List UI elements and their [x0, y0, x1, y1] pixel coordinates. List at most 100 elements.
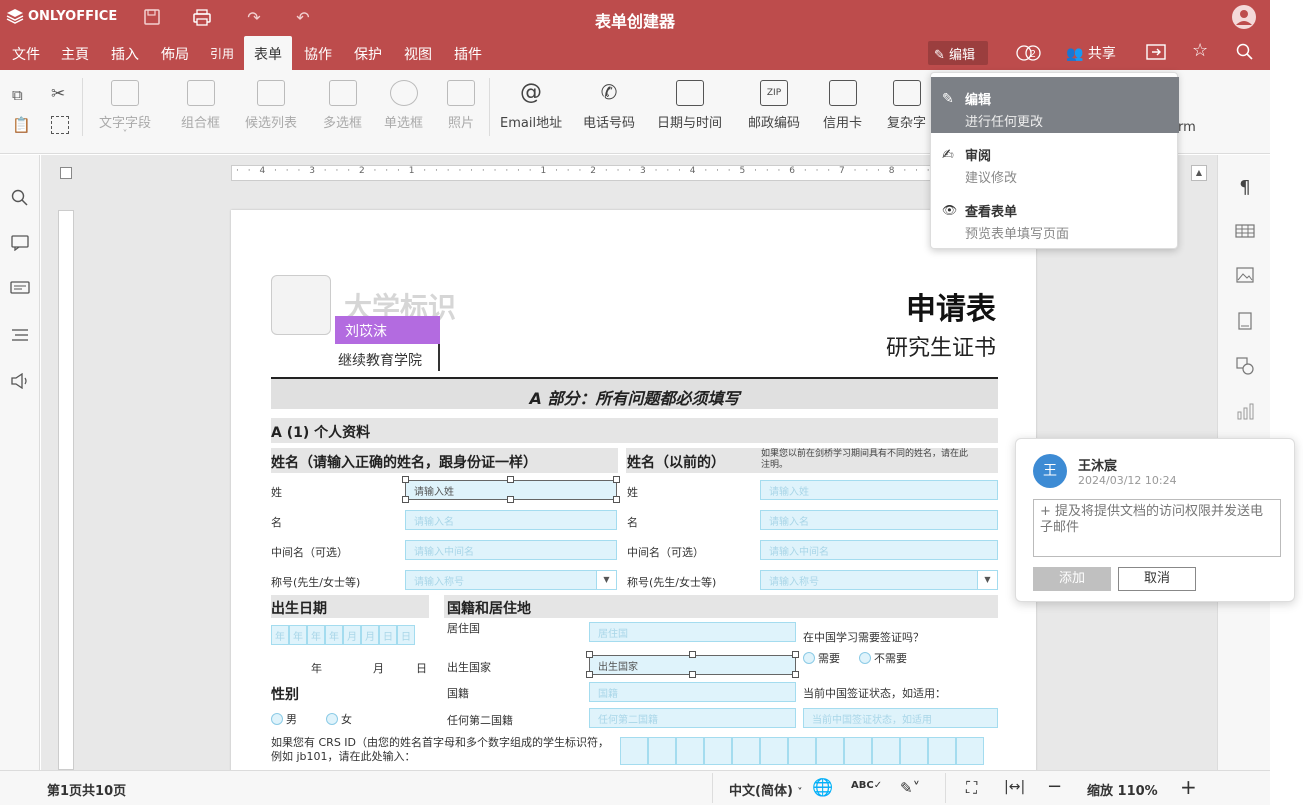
crs-cell[interactable] [760, 737, 788, 765]
header-footer-icon[interactable] [1235, 312, 1255, 332]
tab-stop-selector[interactable] [60, 167, 72, 179]
former-title-combo[interactable]: 请输入称号 ▼ [760, 570, 998, 590]
spellcheck-icon[interactable]: ABC✓ [851, 780, 882, 791]
menu-protection[interactable]: 保护 [354, 44, 382, 64]
crs-cell[interactable] [648, 737, 676, 765]
resize-handle[interactable] [792, 671, 799, 678]
tool-credit-card[interactable]: 信用卡 [823, 80, 862, 131]
tool-phone[interactable]: ✆ 电话号码 [583, 80, 635, 131]
dob-cell[interactable]: 年 [289, 625, 307, 645]
document-page[interactable]: 大学标识 刘苡沫 继续教育学院 申请表 研究生证书 A 部分：所有问题都必须填写… [231, 210, 1036, 770]
crs-cell[interactable] [620, 737, 648, 765]
resize-handle[interactable] [586, 651, 593, 658]
visa-yes-option[interactable]: 需要 [803, 650, 840, 666]
image-settings-icon[interactable] [1235, 267, 1255, 287]
tool-form-partial[interactable]: rm [1178, 120, 1196, 135]
dob-cell[interactable]: 月 [361, 625, 379, 645]
dob-cell[interactable]: 日 [379, 625, 397, 645]
user-avatar[interactable] [1232, 5, 1256, 29]
copy-icon[interactable]: ⧉ [12, 86, 23, 104]
dob-cell[interactable]: 年 [307, 625, 325, 645]
tool-email[interactable]: @ Email地址 [500, 80, 562, 131]
residence-field[interactable]: 居住国 [589, 622, 796, 642]
tool-radio-button[interactable]: 单选框 [384, 80, 423, 131]
tool-datetime[interactable]: 日期与时间 [657, 80, 722, 131]
menu-insert[interactable]: 插入 [111, 44, 139, 64]
edit-mode-button[interactable]: ✎ 编辑 [928, 41, 988, 65]
comments-icon[interactable] [10, 235, 30, 253]
menu-references[interactable]: 引用 [210, 45, 234, 62]
horizontal-ruler[interactable]: · · 4 · · · 3 · · · 2 · · · 1 · · · · · … [231, 165, 1031, 181]
menu-layout[interactable]: 佈局 [161, 44, 189, 64]
crs-cell[interactable] [928, 737, 956, 765]
menu-file[interactable]: 文件 [12, 44, 40, 64]
tool-text-field[interactable]: 文字字段 ˅ [99, 80, 151, 140]
former-given-name-field[interactable]: 请输入名 [760, 510, 998, 530]
track-changes-icon[interactable]: ✎˅ [900, 779, 920, 797]
resize-handle[interactable] [689, 651, 696, 658]
open-location-icon[interactable] [1146, 43, 1166, 65]
scroll-up-button[interactable]: ▲ [1191, 165, 1207, 181]
former-surname-field[interactable]: 请输入姓 [760, 480, 998, 500]
page-info[interactable]: 第1页共10页 [47, 780, 126, 799]
search-icon[interactable] [10, 189, 30, 207]
chart-settings-icon[interactable] [1235, 402, 1255, 422]
resize-handle[interactable] [402, 476, 409, 483]
crs-cell[interactable] [676, 737, 704, 765]
resize-handle[interactable] [689, 671, 696, 678]
share-button[interactable]: 👥 共享 [1066, 43, 1116, 63]
resize-handle[interactable] [613, 476, 620, 483]
crs-cell[interactable] [872, 737, 900, 765]
crs-cell[interactable] [816, 737, 844, 765]
crs-cell[interactable] [732, 737, 760, 765]
second-nationality-field[interactable]: 任何第二国籍 [589, 708, 796, 728]
comment-add-button[interactable]: 添加 [1033, 567, 1111, 591]
crs-cell[interactable] [788, 737, 816, 765]
select-all-icon[interactable] [51, 116, 69, 134]
dob-cell[interactable]: 日 [397, 625, 415, 645]
crs-cell[interactable] [844, 737, 872, 765]
given-name-field[interactable]: 请输入名 [405, 510, 617, 530]
favorite-star-icon[interactable]: ☆ [1192, 40, 1208, 61]
tool-combo-box[interactable]: 组合框 [181, 80, 220, 131]
logo-placeholder[interactable] [271, 275, 331, 335]
dob-cell[interactable]: 年 [271, 625, 289, 645]
chat-icon[interactable] [10, 281, 30, 299]
fit-width-icon[interactable]: |↔| [1004, 779, 1025, 795]
menu-home[interactable]: 主頁 [61, 44, 89, 64]
comment-textarea[interactable]: + 提及将提供文档的访问权限并发送电子邮件 [1033, 499, 1281, 557]
crs-cell[interactable] [956, 737, 984, 765]
menu-plugins[interactable]: 插件 [454, 44, 482, 64]
menu-forms[interactable]: 表单 [244, 36, 292, 70]
feedback-megaphone-icon[interactable] [10, 372, 30, 391]
paste-icon[interactable]: 📋 [12, 116, 31, 134]
resize-handle[interactable] [507, 476, 514, 483]
paragraph-settings-icon[interactable]: ¶ [1235, 177, 1255, 198]
tool-image[interactable]: 照片 [447, 80, 475, 131]
cut-icon[interactable]: ✂ [51, 84, 65, 104]
zoom-out-button[interactable]: − [1047, 776, 1062, 797]
gender-male-option[interactable]: 男 [271, 711, 297, 727]
table-settings-icon[interactable] [1235, 223, 1255, 243]
visa-no-option[interactable]: 不需要 [859, 650, 907, 666]
language-selector[interactable]: 中文(简体) ˅ [729, 780, 802, 799]
search-icon[interactable] [1236, 43, 1254, 65]
globe-icon[interactable]: 🌐 [812, 778, 833, 798]
former-middle-name-field[interactable]: 请输入中间名 [760, 540, 998, 560]
visa-status-field[interactable]: 当前中国签证状态，如适用 [803, 708, 998, 728]
resize-handle[interactable] [613, 496, 620, 503]
nationality-field[interactable]: 国籍 [589, 682, 796, 702]
dob-cell[interactable]: 月 [343, 625, 361, 645]
mode-option-view-form[interactable]: 👁 查看表单 预览表单填写页面 [931, 189, 1179, 245]
title-combo[interactable]: 请输入称号 ▼ [405, 570, 617, 590]
tool-zip[interactable]: ZIP 邮政编码 [748, 80, 800, 131]
tool-checkbox[interactable]: 多选框 [323, 80, 362, 131]
coauthors-button[interactable]: 2 [1014, 43, 1044, 67]
crs-cell[interactable] [900, 737, 928, 765]
dropdown-arrow-icon[interactable]: ▼ [596, 571, 616, 589]
tool-dropdown-list[interactable]: 候选列表 [245, 80, 297, 131]
middle-name-field[interactable]: 请输入中间名 [405, 540, 617, 560]
zoom-in-button[interactable]: + [1180, 775, 1197, 799]
comment-cancel-button[interactable]: 取消 [1118, 567, 1196, 591]
menu-collaboration[interactable]: 協作 [304, 44, 332, 64]
